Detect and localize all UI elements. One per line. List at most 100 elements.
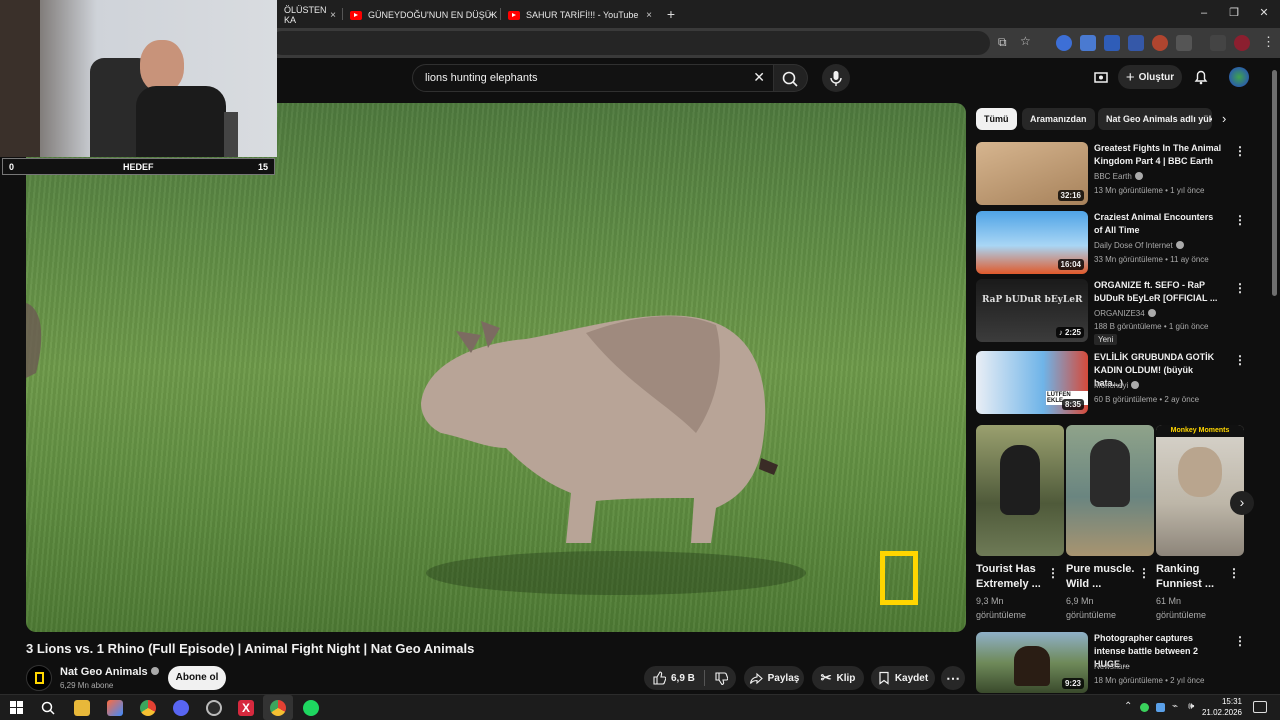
video-thumbnail[interactable]: RaP bUDuR bEyLeR ♪ 2:25	[976, 279, 1088, 342]
video-player[interactable]	[26, 103, 966, 632]
search-input[interactable]: lions hunting elephants ✕	[412, 64, 774, 92]
recommendation-item[interactable]: 16:04 Craziest Animal Encounters of All …	[976, 211, 1256, 277]
shorts-next-button[interactable]: ›	[1230, 491, 1254, 515]
share-label: Paylaş	[767, 672, 800, 684]
channel-name[interactable]: Nat Geo Animals	[60, 666, 159, 678]
address-field[interactable]: ⧉ ☆	[270, 31, 1031, 55]
reading-list-icon[interactable]	[1210, 35, 1226, 51]
tab-close-icon[interactable]: ×	[330, 10, 336, 21]
recommendation-title[interactable]: Craziest Animal Encounters of All Time	[1094, 211, 1222, 237]
recommendation-item[interactable]: RaP bUDuR bEyLeR ♪ 2:25 ORGANIZE ft. SEF…	[976, 279, 1256, 345]
spotify-icon[interactable]	[303, 700, 319, 716]
cast-icon[interactable]	[1092, 68, 1110, 86]
extension-icon[interactable]	[1056, 35, 1072, 51]
more-options-icon[interactable]: ⋮	[1234, 213, 1246, 227]
recommendation-channel[interactable]: Daily Dose Of Internet	[1094, 240, 1184, 250]
tray-app-icon[interactable]	[1156, 703, 1165, 712]
recommendation-title[interactable]: ORGANIZE ft. SEFO - RaP bUDuR bEyLeR [OF…	[1094, 279, 1222, 305]
browser-menu-icon[interactable]: ⋮	[1262, 34, 1275, 50]
translate-extension-icon[interactable]	[1128, 35, 1144, 51]
tray-chevron-up-icon[interactable]: ⌃	[1124, 701, 1132, 712]
more-actions-button[interactable]: ⋯	[941, 666, 965, 690]
discord-icon[interactable]	[173, 700, 189, 716]
recommendation-channel[interactable]: ORGANIZE34	[1094, 308, 1156, 318]
recommendation-channel[interactable]: Newsflare	[1094, 662, 1130, 671]
short-thumbnail[interactable]: Monkey Moments	[1156, 425, 1244, 556]
search-button[interactable]	[774, 64, 808, 92]
tab-close-icon[interactable]: ×	[646, 10, 652, 21]
extensions-puzzle-icon[interactable]	[1176, 35, 1192, 51]
file-explorer-icon[interactable]	[74, 700, 90, 716]
short-title[interactable]: Pure muscle. Wild ...	[1066, 562, 1138, 592]
dislike-icon[interactable]	[714, 671, 728, 685]
new-tab-button[interactable]: +	[664, 4, 678, 24]
chrome-active-icon[interactable]	[270, 700, 286, 716]
clock-time[interactable]: 15:31	[1222, 697, 1242, 706]
more-options-icon[interactable]: ⋮	[1234, 634, 1246, 648]
video-thumbnail[interactable]: 9:23	[976, 632, 1088, 693]
share-button[interactable]: Paylaş	[744, 666, 804, 690]
short-title[interactable]: Ranking Funniest ...	[1156, 562, 1228, 592]
like-icon[interactable]	[652, 671, 666, 685]
chip-from-search[interactable]: Aramanızdan	[1022, 108, 1095, 130]
more-options-icon[interactable]: ⋮	[1228, 566, 1240, 580]
clock-date[interactable]: 21.02.2026	[1202, 708, 1242, 717]
account-avatar[interactable]	[1229, 67, 1249, 87]
short-thumbnail[interactable]	[1066, 425, 1154, 556]
chip-all[interactable]: Tümü	[976, 108, 1017, 130]
minimize-icon[interactable]: –	[1197, 6, 1211, 20]
obs-icon[interactable]	[206, 700, 222, 716]
new-badge: Yeni	[1094, 334, 1118, 345]
notifications-bell-icon[interactable]	[1192, 68, 1210, 86]
video-thumbnail[interactable]: LÜTFEN EKLE 8:35	[976, 351, 1088, 414]
notification-center-icon[interactable]	[1253, 701, 1267, 713]
recommendation-item[interactable]: LÜTFEN EKLE 8:35 EVLİLİK GRUBUNDA GOTİK …	[976, 351, 1256, 417]
video-thumbnail[interactable]: 32:16	[976, 142, 1088, 205]
browser-tab[interactable]: SAHUR TARİFİ!!! - YouTube ×	[502, 4, 656, 26]
recommendation-item[interactable]: 9:23 Photographer captures intense battl…	[976, 632, 1256, 698]
tab-title: SAHUR TARİFİ!!! - YouTube	[526, 10, 639, 20]
save-button[interactable]: Kaydet	[871, 666, 935, 690]
x-app-icon[interactable]: X	[238, 700, 254, 716]
taskbar-search-icon[interactable]	[40, 700, 56, 716]
network-icon[interactable]: ⌁	[1172, 701, 1178, 712]
extension-icon[interactable]	[1104, 35, 1120, 51]
profile-avatar[interactable]	[1234, 35, 1250, 51]
scrollbar[interactable]	[1272, 70, 1277, 296]
short-title[interactable]: Tourist Has Extremely ...	[976, 562, 1048, 592]
recommendation-item[interactable]: 32:16 Greatest Fights In The Animal King…	[976, 142, 1256, 208]
close-window-icon[interactable]: ✕	[1257, 6, 1271, 20]
chip-channel[interactable]: Nat Geo Animals adlı yük	[1098, 108, 1212, 130]
tray-app-icon[interactable]	[1140, 703, 1149, 712]
tab-close-icon[interactable]: ×	[488, 10, 494, 21]
recommendation-channel[interactable]: Monchayi	[1094, 380, 1140, 390]
create-button[interactable]: + Oluştur	[1118, 65, 1182, 89]
extension-icon[interactable]	[1080, 35, 1096, 51]
channel-avatar[interactable]	[26, 665, 52, 691]
install-app-icon[interactable]: ⧉	[998, 35, 1007, 50]
browser-tab[interactable]: ÖLÜSTEN KA ×	[278, 4, 340, 26]
more-options-icon[interactable]: ⋮	[1138, 566, 1150, 580]
like-count[interactable]: 6,9 B	[671, 673, 695, 684]
windows-start-icon[interactable]	[10, 701, 23, 714]
chrome-icon[interactable]	[140, 700, 156, 716]
volume-icon[interactable]: 🕪	[1188, 701, 1194, 712]
clear-search-icon[interactable]: ✕	[753, 69, 765, 86]
short-thumbnail[interactable]	[976, 425, 1064, 556]
more-options-icon[interactable]: ⋮	[1234, 353, 1246, 367]
recommendation-channel[interactable]: BBC Earth	[1094, 171, 1143, 181]
more-options-icon[interactable]: ⋮	[1047, 566, 1059, 580]
chevron-right-icon[interactable]: ›	[1222, 111, 1226, 126]
subscribe-button[interactable]: Abone ol	[168, 666, 226, 690]
video-thumbnail[interactable]: 16:04	[976, 211, 1088, 274]
recommendation-title[interactable]: Greatest Fights In The Animal Kingdom Pa…	[1094, 142, 1222, 168]
more-options-icon[interactable]: ⋮	[1234, 144, 1246, 158]
bookmark-star-icon[interactable]: ☆	[1020, 34, 1031, 48]
restore-icon[interactable]: ❐	[1227, 6, 1241, 20]
more-options-icon[interactable]: ⋮	[1234, 281, 1246, 295]
clip-button[interactable]: ✂ Klip	[812, 666, 864, 690]
browser-tab[interactable]: GÜNEYDOĞU'NUN EN DÜŞÜK ×	[344, 4, 498, 26]
extension-icon[interactable]	[1152, 35, 1168, 51]
copilot-icon[interactable]	[107, 700, 123, 716]
voice-search-button[interactable]	[822, 64, 850, 92]
